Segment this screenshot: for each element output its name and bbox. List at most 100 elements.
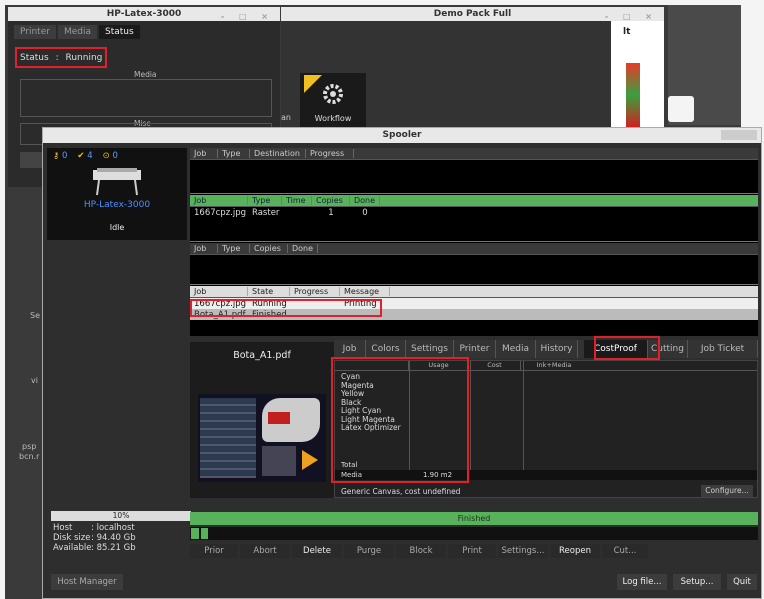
detail-tabs: Job Colors Settings Printer Media Histor…	[334, 340, 758, 358]
col-divider-3	[523, 361, 524, 479]
tab-job-ticket[interactable]: Job Ticket	[688, 340, 758, 358]
demo-image-strip	[626, 63, 640, 127]
done-count: 4	[87, 151, 93, 161]
disk-progress-bar: 10%	[51, 511, 191, 521]
tab-status[interactable]: Status	[98, 25, 140, 39]
queue3-col-type[interactable]: Type	[218, 244, 250, 253]
purge-button[interactable]: Purge	[344, 544, 394, 558]
log-file-button[interactable]: Log file...	[617, 574, 667, 590]
finished-bar: Finished	[190, 512, 758, 525]
demo-window: Demo Pack Full - □ × lt an Workflow	[281, 7, 664, 129]
queue2-col-done[interactable]: Done	[350, 196, 380, 205]
demo-window-titlebar[interactable]: Demo Pack Full - □ ×	[281, 7, 664, 21]
queue4-col-state[interactable]: State	[248, 287, 290, 296]
spooler-window: Spooler ⚷ 0 ✔ 4 ⊙ 0 HP-Latex-3000 Idle 1…	[42, 127, 762, 599]
queue2-col-copies[interactable]: Copies	[312, 196, 350, 205]
tab-printer[interactable]: Printer	[14, 25, 56, 39]
cost-table-highlight	[331, 357, 469, 483]
queue2-header: Job Type Time Copies Done	[190, 195, 758, 207]
queue3-col-done[interactable]: Done	[288, 244, 318, 253]
printer-window-titlebar[interactable]: HP-Latex-3000 - □ ×	[8, 7, 280, 21]
check-icon: ✔	[77, 151, 85, 161]
running-job-highlight	[190, 299, 382, 317]
media-box	[20, 79, 272, 117]
bg-text-3: psp	[22, 442, 37, 451]
printer-window-title: HP-Latex-3000	[106, 9, 182, 19]
print-button[interactable]: Print	[448, 544, 496, 558]
workflow-label: Workflow	[314, 114, 352, 123]
tab-settings[interactable]: Settings	[406, 340, 454, 358]
window-controls[interactable]: - □ ×	[221, 10, 274, 24]
cut-button[interactable]: Cut...	[602, 544, 648, 558]
queue1-col-progress[interactable]: Progress	[306, 149, 354, 158]
disk-value: 94.40 Gb	[96, 533, 136, 543]
status-highlight	[15, 47, 107, 68]
canvas-note: Generic Canvas, cost undefined	[341, 487, 461, 496]
error-icon: ⊙	[102, 151, 110, 161]
desktop-white-widget	[668, 96, 694, 122]
spooler-titlebar[interactable]: Spooler	[43, 128, 761, 143]
delete-button[interactable]: Delete	[292, 544, 342, 558]
quit-button[interactable]: Quit	[727, 574, 757, 590]
tab-printer[interactable]: Printer	[454, 340, 496, 358]
bg-text-1: Se	[30, 311, 40, 320]
queue4-col-progress[interactable]: Progress	[290, 287, 340, 296]
queue3-col-copies[interactable]: Copies	[250, 244, 288, 253]
reopen-button[interactable]: Reopen	[550, 544, 600, 558]
queue3-body	[190, 255, 758, 285]
play-icon	[302, 450, 318, 470]
queue1-col-job[interactable]: Job	[190, 149, 218, 158]
preview-thumbnail	[198, 394, 326, 482]
queue4-col-message[interactable]: Message	[340, 287, 390, 296]
printer-icon	[93, 168, 141, 196]
tab-media[interactable]: Media	[496, 340, 536, 358]
bg-text-2: vi	[31, 376, 38, 385]
partial-tool-label: an	[281, 113, 291, 122]
block-button[interactable]: Block	[396, 544, 446, 558]
table-row[interactable]: 1667cpz.jpg Raster 1 0	[190, 207, 758, 218]
setup-button[interactable]: Setup...	[673, 574, 721, 590]
printer-card[interactable]: ⚷ 0 ✔ 4 ⊙ 0 HP-Latex-3000 Idle	[47, 148, 187, 240]
workflow-button[interactable]: Workflow	[300, 73, 366, 129]
host-manager-button[interactable]: Host Manager	[51, 574, 123, 590]
window-controls[interactable]	[721, 130, 757, 140]
preview-filename: Bota_A1.pdf	[233, 350, 291, 361]
queue1-header: Job Type Destination Progress	[190, 148, 758, 160]
tab-colors[interactable]: Colors	[366, 340, 406, 358]
demo-right-partial-label: lt	[623, 27, 631, 37]
queue4-header: Job State Progress Message	[190, 286, 758, 298]
available-value: 85.21 Gb	[96, 543, 136, 553]
col-ink-media: Ink+Media	[536, 361, 572, 369]
printer-lower-button[interactable]	[20, 152, 44, 168]
costproof-highlight	[594, 336, 660, 360]
printer-name: HP-Latex-3000	[83, 200, 151, 210]
media-label: Media	[134, 70, 157, 79]
configure-button[interactable]: Configure...	[701, 485, 753, 497]
finished-label: Finished	[457, 514, 491, 523]
queue1-body	[190, 160, 758, 194]
gear-icon	[323, 84, 343, 104]
queue2-col-time[interactable]: Time	[282, 196, 312, 205]
queue1-col-destination[interactable]: Destination	[250, 149, 306, 158]
bg-text-4: bcn.r	[19, 452, 40, 461]
settings-button[interactable]: Settings...	[498, 544, 548, 558]
queue4-col-job[interactable]: Job	[190, 287, 248, 296]
tab-job[interactable]: Job	[334, 340, 366, 358]
tab-history[interactable]: History	[536, 340, 578, 358]
printer-state: Idle	[109, 223, 125, 232]
key-icon: ⚷	[53, 151, 60, 161]
printer-tabs: Printer Media Status	[14, 25, 274, 39]
abort-button[interactable]: Abort	[240, 544, 290, 558]
queue2-col-type[interactable]: Type	[248, 196, 282, 205]
progress-strip	[190, 527, 758, 540]
preview-panel: Bota_A1.pdf	[190, 342, 334, 498]
queue1-col-type[interactable]: Type	[218, 149, 250, 158]
host-value: localhost	[96, 523, 135, 533]
queue3-col-job[interactable]: Job	[190, 244, 218, 253]
tab-media[interactable]: Media	[57, 25, 97, 39]
prior-button[interactable]: Prior	[190, 544, 238, 558]
queue2-col-job[interactable]: Job	[190, 196, 248, 205]
error-count: 0	[112, 151, 118, 161]
host-info: Host: localhost Disk size: 94.40 Gb Avai…	[53, 523, 136, 553]
job-counters: ⚷ 0 ✔ 4 ⊙ 0	[47, 148, 187, 164]
